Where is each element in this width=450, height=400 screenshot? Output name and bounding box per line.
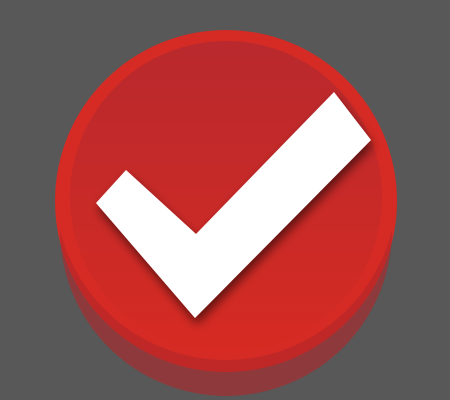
- icon-canvas: [0, 0, 450, 400]
- checkmark-badge-icon: [55, 30, 397, 396]
